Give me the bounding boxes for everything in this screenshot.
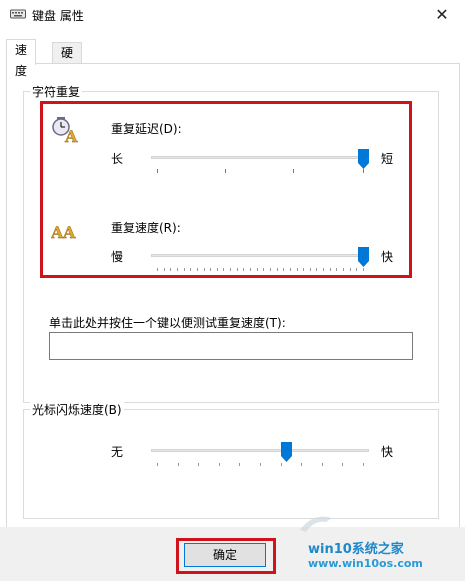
slider-tick: [343, 268, 344, 271]
slider-tick: [217, 268, 218, 271]
slider-tick: [342, 463, 343, 466]
slider-tick: [157, 268, 158, 271]
svg-text:A: A: [62, 223, 76, 242]
tab-panel: 字符重复 A 重复延迟(D): 长 短 A A 重复速度(R): 慢 快 单击此…: [6, 63, 460, 529]
slider-tick: [198, 463, 199, 466]
slider-tick: [310, 268, 311, 271]
slider-tick: [230, 268, 231, 271]
cursor-blink-slider[interactable]: [151, 442, 369, 468]
slider-tick: [178, 463, 179, 466]
tab-hardware[interactable]: 硬件: [52, 42, 83, 81]
slider-thumb[interactable]: [358, 149, 369, 169]
slider-tick: [237, 268, 238, 271]
slider-tick: [303, 268, 304, 271]
close-icon: ✕: [435, 5, 449, 24]
repeat-delay-label: 重复延迟(D):: [111, 122, 182, 136]
repeat-test-label: 单击此处并按住一个键以便测试重复速度(T):: [49, 316, 286, 330]
watermark-name: win10系统之家: [308, 542, 404, 557]
ok-button[interactable]: 确定: [184, 543, 266, 567]
slider-tick: [277, 268, 278, 271]
slider-tick: [170, 268, 171, 271]
slider-tick: [356, 268, 357, 271]
slider-track: [151, 156, 369, 159]
slider-tick: [363, 463, 364, 466]
slider-tick: [316, 268, 317, 271]
cursor-blink-right-label: 快: [381, 445, 394, 459]
repeat-rate-icon: A A: [51, 223, 76, 242]
keyboard-icon: [10, 9, 26, 19]
slider-tick: [350, 268, 351, 271]
repeat-rate-left-label: 慢: [111, 250, 124, 264]
slider-tick: [164, 268, 165, 271]
slider-tick: [322, 463, 323, 466]
slider-thumb[interactable]: [281, 442, 292, 462]
slider-tick: [363, 268, 364, 271]
slider-tick: [297, 268, 298, 271]
slider-tick: [243, 268, 244, 271]
slider-tick: [184, 268, 185, 271]
close-button[interactable]: ✕: [419, 0, 465, 30]
slider-tick: [177, 268, 178, 271]
slider-tick: [336, 268, 337, 271]
slider-tick: [301, 463, 302, 466]
slider-tick: [323, 268, 324, 271]
slider-tick: [330, 268, 331, 271]
slider-tick: [281, 463, 282, 466]
slider-tick: [290, 268, 291, 271]
title-bar: 键盘 属性 ✕: [0, 0, 465, 30]
slider-tick: [223, 268, 224, 271]
slider-tick: [190, 268, 191, 271]
slider-tick: [250, 268, 251, 271]
slider-tick: [239, 463, 240, 466]
slider-tick: [257, 268, 258, 271]
slider-tick: [197, 268, 198, 271]
slider-tick: [263, 268, 264, 271]
window-title: 键盘 属性: [32, 9, 84, 23]
slider-thumb[interactable]: [358, 247, 369, 267]
slider-tick: [204, 268, 205, 271]
slider-track: [151, 449, 369, 452]
repeat-rate-label: 重复速度(R):: [111, 221, 181, 235]
repeat-delay-right-label: 短: [381, 152, 394, 166]
slider-tick: [260, 463, 261, 466]
svg-text:A: A: [64, 127, 78, 145]
repeat-rate-slider[interactable]: [151, 247, 369, 273]
watermark-url: www.win10os.com: [308, 557, 423, 570]
repeat-delay-slider[interactable]: [151, 149, 369, 175]
slider-tick: [270, 268, 271, 271]
cursor-blink-group-title: 光标闪烁速度(B): [30, 401, 124, 418]
cursor-blink-left-label: 无: [111, 445, 124, 459]
slider-tick: [157, 463, 158, 466]
slider-tick: [219, 463, 220, 466]
slider-tick: [283, 268, 284, 271]
tab-speed[interactable]: 速度: [6, 39, 37, 78]
slider-track: [151, 254, 369, 257]
repeat-delay-left-label: 长: [111, 152, 124, 166]
slider-tick: [210, 268, 211, 271]
watermark-logo-icon: [300, 516, 332, 532]
repeat-test-input[interactable]: [49, 332, 413, 360]
repeat-group-title: 字符重复: [30, 83, 83, 100]
repeat-delay-icon: A: [52, 117, 78, 145]
repeat-rate-right-label: 快: [381, 250, 394, 264]
